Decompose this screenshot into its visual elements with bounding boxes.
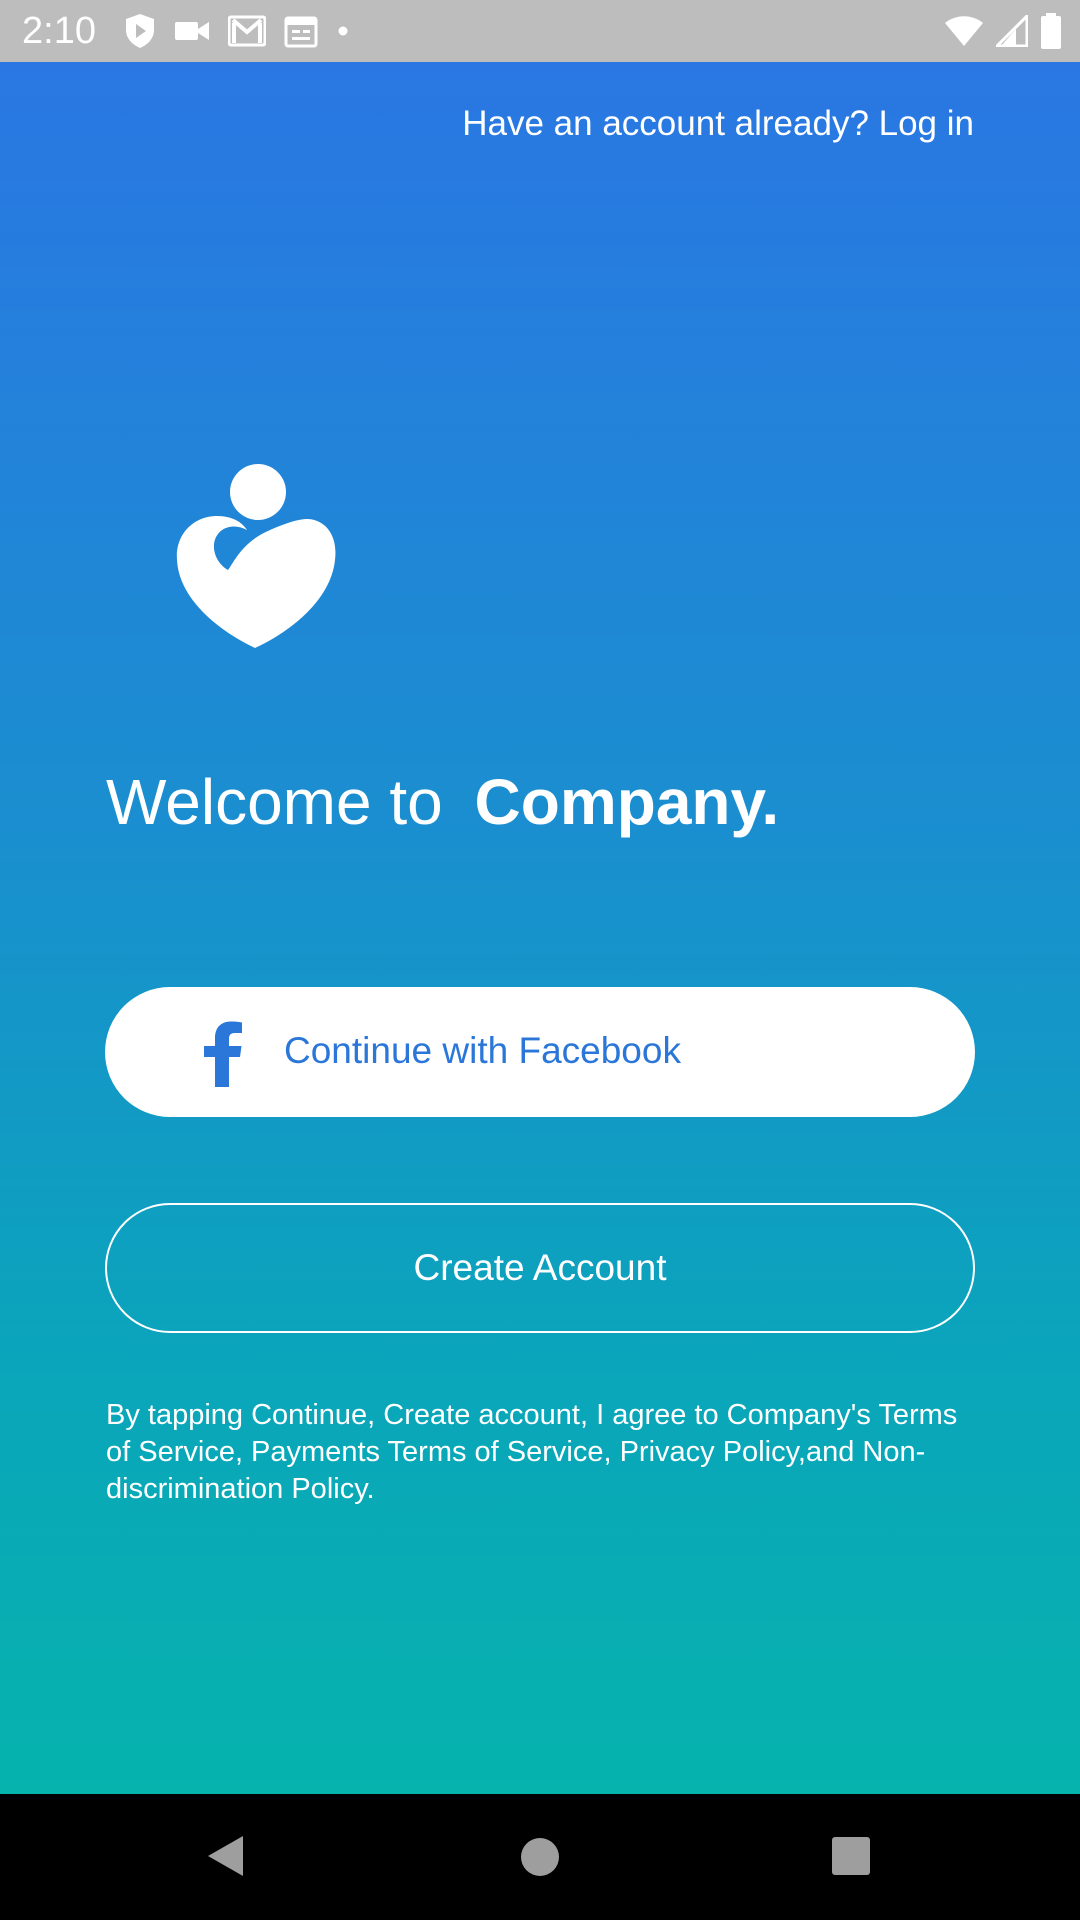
terms-text: By tapping Continue, Create account, I a… <box>106 1399 958 1505</box>
onboarding-screen: Have an account already? Log in Welcome … <box>0 62 1080 1794</box>
shield-play-icon <box>124 13 156 49</box>
status-time: 2:10 <box>22 10 96 52</box>
facebook-button-label: Continue with Facebook <box>284 1030 681 1071</box>
status-bar: 2:10 <box>0 0 1080 62</box>
continue-with-facebook-button[interactable]: Continue with Facebook <box>105 987 975 1117</box>
create-account-button[interactable]: Create Account <box>105 1203 975 1333</box>
facebook-f-icon <box>203 1021 243 1087</box>
battery-icon <box>1040 13 1062 49</box>
gmail-icon <box>228 15 266 47</box>
notification-icons <box>124 12 350 50</box>
welcome-text: Welcome to <box>106 766 443 838</box>
mother-heart-logo-icon <box>174 464 336 648</box>
recents-icon[interactable] <box>831 1836 871 1881</box>
video-camera-icon <box>174 19 210 43</box>
welcome-heading: Welcome to Company. <box>106 762 779 842</box>
back-icon[interactable] <box>205 1834 245 1883</box>
wifi-icon <box>944 15 984 47</box>
create-account-label: Create Account <box>413 1247 667 1288</box>
system-icons <box>944 12 1062 50</box>
navigation-bar <box>0 1794 1080 1920</box>
cellular-signal-icon <box>996 15 1028 47</box>
dot-icon <box>336 24 350 38</box>
home-icon[interactable] <box>520 1837 560 1882</box>
login-link[interactable]: Have an account already? Log in <box>462 102 974 146</box>
brand-name: Company. <box>474 766 780 838</box>
calendar-icon <box>284 14 318 48</box>
